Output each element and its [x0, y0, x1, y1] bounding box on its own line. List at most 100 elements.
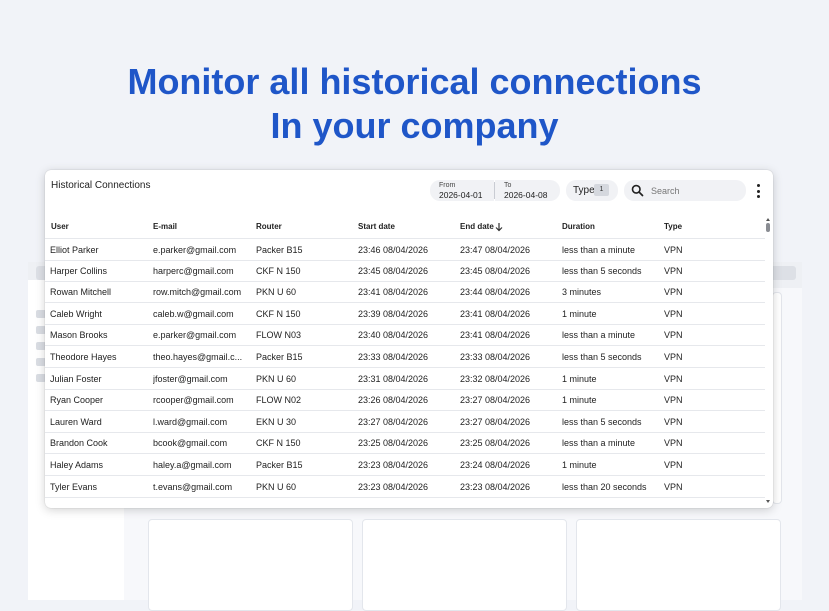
cell-start-date: 23:33 08/04/2026 — [358, 352, 429, 362]
cell-start-date: 23:40 08/04/2026 — [358, 330, 429, 341]
table-row[interactable]: Rowan Mitchell row.mitch@gmail.com PKN U 6… — [45, 281, 765, 304]
table-row[interactable]: Julian Foster jfoster@gmail.com PKN U 60 23… — [45, 368, 765, 390]
cell-email: bcook@gmail.com — [153, 438, 228, 449]
cell-end-date: 23:47 08/04/2026 — [460, 245, 531, 255]
cell-user: Lauren Ward — [50, 416, 102, 427]
cell-router: CKF N 150 — [256, 438, 301, 449]
column-header-start-date[interactable]: Start date — [358, 222, 395, 231]
cell-email: haley.a@gmail.com — [153, 460, 232, 470]
cell-start-date: 23:39 08/04/2026 — [358, 308, 429, 319]
scroll-down-arrow-icon[interactable] — [766, 500, 770, 503]
cell-start-date: 23:31 08/04/2026 — [358, 373, 429, 384]
cell-end-date: 23:44 08/04/2026 — [460, 287, 531, 298]
vertical-scrollbar[interactable] — [764, 216, 772, 506]
table-row[interactable]: Harper Collins harperc@gmail.com CKF N 150… — [45, 260, 765, 282]
cell-user: Elliot Parker — [50, 245, 99, 255]
table-row[interactable]: Ryan Cooper rcooper@gmail.com FLOW N02 23:2… — [45, 389, 765, 412]
historical-connections-panel: Historical Connections From 2026-04-01 T… — [45, 170, 773, 508]
cell-email: e.parker@gmail.com — [153, 245, 237, 255]
search-box[interactable] — [624, 180, 746, 201]
cell-user: Brandon Cook — [50, 438, 108, 449]
table-row[interactable]: Caleb Wright caleb.w@gmail.com CKF N 150 23… — [45, 303, 765, 325]
more-options-icon[interactable] — [751, 181, 765, 201]
cell-user: Julian Foster — [50, 373, 102, 384]
cell-email: jfoster@gmail.com — [153, 373, 228, 384]
background-card — [148, 519, 353, 611]
cell-type: VPN — [664, 395, 683, 406]
cell-end-date: 23:41 08/04/2026 — [460, 330, 531, 341]
cell-duration: less than a minute — [562, 438, 636, 449]
column-header-type[interactable]: Type — [664, 222, 682, 231]
arrow-down-icon[interactable] — [494, 222, 504, 232]
cell-type: VPN — [664, 245, 683, 255]
cell-end-date: 23:41 08/04/2026 — [460, 308, 531, 319]
headline-line-2: In your company — [270, 105, 559, 146]
cell-type: VPN — [664, 265, 683, 276]
cell-start-date: 23:26 08/04/2026 — [358, 395, 429, 406]
date-to-field[interactable]: To 2026-04-08 — [495, 180, 560, 201]
cell-type: VPN — [664, 287, 683, 298]
cell-router: Packer B15 — [256, 352, 303, 362]
panel-title: Historical Connections — [51, 180, 151, 191]
cell-router: CKF N 150 — [256, 308, 301, 319]
cell-user: Harper Collins — [50, 265, 108, 276]
background-card — [362, 519, 567, 611]
cell-router: FLOW N03 — [256, 330, 302, 341]
cell-user: Theodore Hayes — [50, 352, 117, 362]
cell-duration: 1 minute — [562, 460, 597, 470]
cell-end-date: 23:33 08/04/2026 — [460, 352, 531, 362]
date-from-field[interactable]: From 2026-04-01 — [430, 180, 494, 201]
table-row[interactable]: Elliot Parker e.parker@gmail.com Packer B1… — [45, 238, 765, 261]
cell-email: harperc@gmail.com — [153, 265, 234, 276]
cell-duration: less than a minute — [562, 245, 636, 255]
table-row[interactable]: Haley Adams haley.a@gmail.com Packer B15 23… — [45, 454, 765, 476]
scrollbar-thumb[interactable] — [766, 223, 770, 232]
column-header-email[interactable]: E-mail — [153, 222, 177, 231]
table-row[interactable]: Mason Brooks e.parker@gmail.com FLOW N03 23… — [45, 324, 765, 347]
cell-router: PKN U 60 — [256, 481, 297, 492]
cell-start-date: 23:27 08/04/2026 — [358, 416, 429, 427]
table-row[interactable]: Theodore Hayes theo.hayes@gmail.c... Packe… — [45, 346, 765, 368]
scroll-up-arrow-icon[interactable] — [766, 218, 770, 221]
cell-type: VPN — [664, 308, 683, 319]
cell-user: Ryan Cooper — [50, 395, 104, 406]
date-from-label: From — [439, 182, 456, 189]
cell-type: VPN — [664, 481, 683, 492]
column-header-end-date[interactable]: End date — [460, 222, 494, 231]
cell-duration: less than 20 seconds — [562, 481, 647, 492]
type-filter-button[interactable]: Type 1 — [566, 180, 618, 201]
date-to-label: To — [504, 182, 512, 189]
cell-email: l.ward@gmail.com — [153, 416, 228, 427]
cell-email: rcooper@gmail.com — [153, 395, 234, 406]
cell-router: FLOW N02 — [256, 395, 302, 406]
cell-end-date: 23:32 08/04/2026 — [460, 373, 531, 384]
search-input[interactable] — [649, 183, 745, 199]
cell-end-date: 23:27 08/04/2026 — [460, 416, 531, 427]
headline-line-1: Monitor all historical connections — [127, 61, 702, 102]
table-row[interactable]: Brandon Cook bcook@gmail.com CKF N 150 23:2… — [45, 432, 765, 455]
date-from-value: 2026-04-01 — [439, 190, 483, 200]
cell-user: Caleb Wright — [50, 308, 102, 319]
table-row[interactable]: Tyler Evans t.evans@gmail.com PKN U 60 23:2… — [45, 476, 765, 498]
cell-router: PKN U 60 — [256, 287, 297, 298]
cell-user: Haley Adams — [50, 460, 104, 470]
cell-user: Rowan Mitchell — [50, 287, 112, 298]
cell-type: VPN — [664, 438, 683, 449]
column-header-user[interactable]: User — [51, 222, 69, 231]
cell-end-date: 23:24 08/04/2026 — [460, 460, 531, 470]
cell-email: caleb.w@gmail.com — [153, 308, 234, 319]
cell-duration: 1 minute — [562, 308, 597, 319]
cell-end-date: 23:45 08/04/2026 — [460, 265, 531, 276]
column-header-duration[interactable]: Duration — [562, 222, 595, 231]
background-card — [576, 519, 781, 611]
cell-duration: 1 minute — [562, 373, 597, 384]
table-row[interactable]: Lauren Ward l.ward@gmail.com EKN U 30 23:27… — [45, 411, 765, 433]
cell-start-date: 23:23 08/04/2026 — [358, 460, 429, 470]
cell-type: VPN — [664, 460, 683, 470]
column-header-router[interactable]: Router — [256, 222, 282, 231]
cell-start-date: 23:45 08/04/2026 — [358, 265, 429, 276]
cell-user: Tyler Evans — [50, 481, 98, 492]
cell-router: EKN U 30 — [256, 416, 297, 427]
cell-duration: less than 5 seconds — [562, 265, 642, 276]
cell-end-date: 23:23 08/04/2026 — [460, 481, 531, 492]
